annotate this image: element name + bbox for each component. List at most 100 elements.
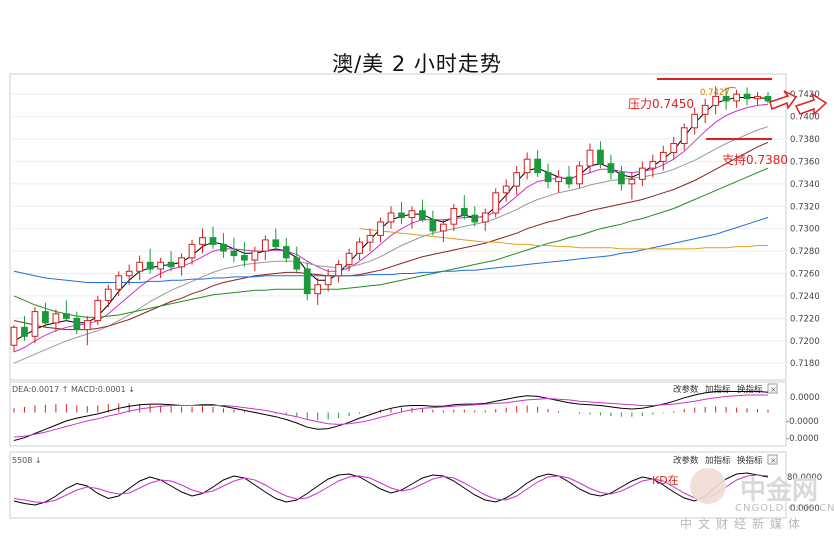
candle-body	[104, 288, 112, 301]
candle-body	[261, 239, 269, 252]
candle-body	[439, 223, 447, 232]
y-tick-label: 0.7320	[790, 202, 820, 212]
candle-body	[377, 221, 384, 236]
candle-body	[21, 326, 28, 337]
candle-body	[670, 142, 678, 153]
macd-tick-label: 0.0000	[790, 393, 820, 403]
macd-indicator-button: 加指标	[705, 384, 731, 395]
candle-body	[136, 261, 144, 272]
candle-body	[125, 270, 133, 277]
candle-body	[638, 167, 646, 180]
macd-indicator-button: 换指标	[737, 384, 763, 395]
candle-body	[62, 313, 70, 319]
candle-body	[199, 237, 206, 245]
candlestick-chart: 0.74200.74000.73800.73600.73400.73200.73…	[9, 73, 828, 519]
kd-annotation-label: KD在	[652, 474, 679, 487]
watermark-tagline: 中文财经新媒体	[680, 517, 807, 531]
macd-close-glyph: ×	[770, 385, 777, 394]
candle-body	[31, 311, 39, 337]
candle-body	[618, 172, 625, 185]
y-tick-label: 0.7220	[790, 314, 820, 324]
candle-body	[471, 214, 479, 223]
candle-body	[220, 243, 227, 252]
y-tick-label: 0.7400	[790, 113, 820, 123]
candle-body	[303, 268, 311, 295]
candle-body	[209, 237, 217, 245]
candle-body	[398, 212, 405, 218]
candle-body	[241, 255, 248, 261]
candle-body	[733, 93, 740, 102]
candle-body	[272, 239, 280, 248]
candle-body	[42, 311, 49, 324]
y-tick-label: 0.7200	[790, 337, 820, 347]
candle-body	[178, 257, 185, 268]
kd-header: 5508 ↓	[12, 456, 42, 465]
y-tick-label: 0.7260	[790, 270, 820, 280]
candle-body	[83, 320, 91, 331]
kd-indicator-button: 改参数	[673, 455, 699, 466]
candle-body	[576, 165, 583, 185]
y-tick-label: 0.7340	[790, 180, 820, 190]
macd-dif-line	[13, 391, 769, 441]
watermark-site-en: CNGOLD.COM.CN	[735, 503, 834, 514]
candle-body	[628, 178, 636, 185]
candle-body	[335, 264, 343, 277]
candle-body	[356, 241, 363, 254]
candle-body	[586, 149, 594, 167]
candle-body	[408, 210, 416, 218]
candle-body	[534, 158, 541, 174]
candle-body	[146, 261, 154, 270]
candle-body	[555, 176, 562, 183]
candle-body	[282, 246, 290, 259]
candle-body	[492, 192, 500, 214]
candle-body	[502, 185, 510, 194]
candle-body	[251, 250, 259, 261]
candle-body	[565, 176, 573, 185]
candle-body	[649, 160, 657, 169]
candle-body	[659, 151, 667, 162]
candle-body	[324, 275, 332, 286]
y-tick-label: 0.7240	[790, 292, 820, 302]
y-tick-label: 0.7180	[790, 359, 820, 369]
candle-body	[754, 95, 761, 100]
candle-body	[481, 212, 489, 223]
candle-body	[230, 250, 238, 257]
candle-body	[366, 234, 374, 243]
macd-dea-line	[13, 394, 768, 438]
candle-body	[314, 284, 322, 295]
kd-indicator-button: 换指标	[737, 455, 763, 466]
candle-body	[94, 299, 102, 322]
candle-body	[607, 163, 615, 174]
macd-tick-label: -0.0000	[786, 417, 819, 427]
candle-body	[743, 93, 751, 100]
macd-indicator-button: 改参数	[673, 384, 699, 395]
kd-indicator-button: 加指标	[705, 455, 731, 466]
candle-body	[293, 257, 301, 270]
candle-body	[513, 172, 521, 187]
kd-close-glyph: ×	[770, 456, 777, 465]
candle-body	[450, 208, 458, 225]
candle-body	[701, 104, 709, 115]
candle-body	[115, 275, 123, 290]
y-tick-label: 0.7300	[790, 225, 820, 235]
candle-body	[73, 317, 81, 331]
candle-body	[157, 261, 164, 270]
candle-body	[10, 326, 18, 346]
candle-body	[691, 113, 699, 129]
moving-average-line	[13, 167, 769, 318]
y-tick-label: 0.7280	[790, 247, 820, 257]
y-tick-label: 0.7380	[790, 135, 820, 145]
candle-body	[597, 149, 604, 165]
candle-body	[523, 158, 531, 174]
candle-body	[345, 252, 353, 266]
candle-body	[429, 219, 437, 232]
y-tick-label: 0.7360	[790, 157, 820, 167]
watermark-site-cn: 中金网	[740, 476, 819, 506]
candle-body	[52, 313, 60, 324]
candle-body	[167, 261, 175, 268]
watermark-logo-icon	[690, 468, 726, 504]
candle-body	[387, 212, 395, 223]
candle-body	[419, 210, 426, 221]
macd-tick-label: -0.0000	[786, 434, 819, 444]
candle-body	[188, 243, 196, 259]
